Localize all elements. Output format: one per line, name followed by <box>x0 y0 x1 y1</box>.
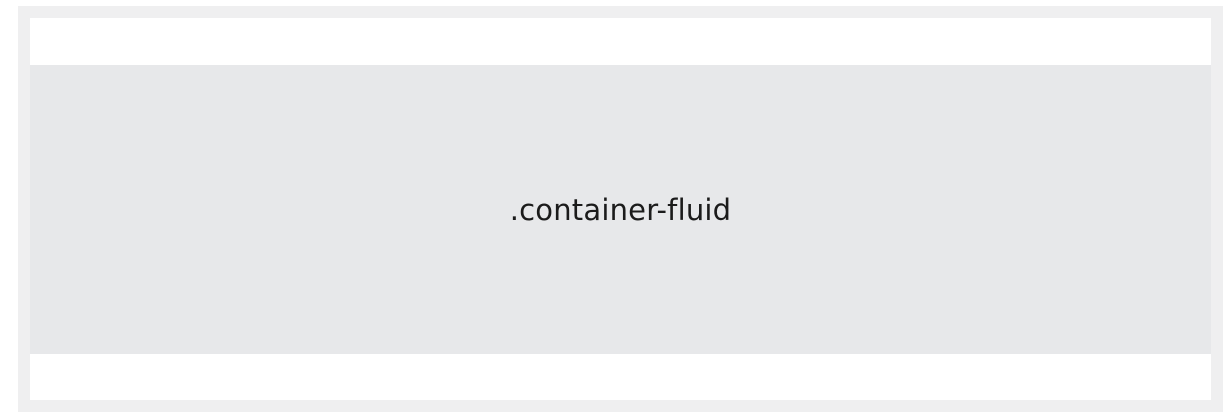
preview-panel: .container-fluid <box>30 18 1211 400</box>
container-fluid-box: .container-fluid <box>30 65 1211 354</box>
container-fluid-label: .container-fluid <box>509 192 732 227</box>
example-frame: .container-fluid <box>18 6 1223 412</box>
